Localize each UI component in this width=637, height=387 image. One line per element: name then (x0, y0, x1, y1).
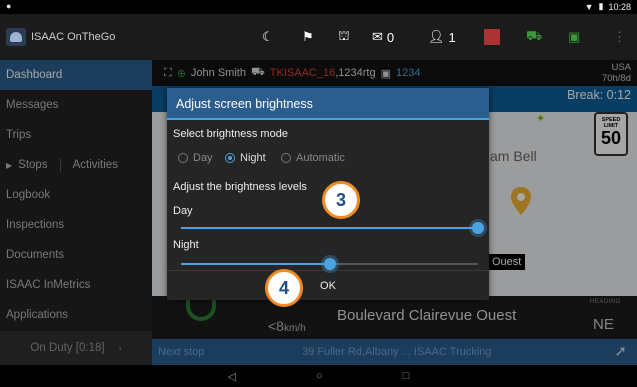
ok-button[interactable]: OK (167, 271, 489, 300)
levels-label: Adjust the brightness levels (173, 181, 307, 193)
isaac-logo-icon (6, 28, 26, 46)
messages-button[interactable]: ✉ 0 (372, 26, 394, 48)
night-level-label: Night (173, 239, 199, 251)
android-status-bar: ● ▼ ▮ 10:28 (0, 0, 637, 14)
mode-label: Select brightness mode (173, 128, 288, 140)
truck-icon[interactable]: ▣ (568, 26, 580, 48)
brand: ISAAC OnTheGo (6, 28, 115, 46)
envelope-icon: ✉ (372, 29, 383, 44)
wifi-icon: ▼ (584, 1, 594, 12)
red-status-icon[interactable] (484, 29, 500, 45)
recents-icon[interactable]: □ (403, 370, 410, 382)
trailer-icon[interactable]: ⛟ (526, 26, 542, 48)
slider-fill (181, 227, 478, 229)
radio-dot (178, 153, 188, 163)
radio-dot (225, 153, 235, 163)
radio-dot (281, 153, 291, 163)
users-count: 1 (448, 29, 456, 45)
night-slider-thumb[interactable] (324, 258, 336, 270)
night-mode-moon-icon[interactable]: ☾ (262, 26, 274, 48)
overflow-menu-icon[interactable]: ⋮ (613, 26, 626, 48)
battery-icon: ▮ (598, 1, 604, 11)
brand-name: ISAAC OnTheGo (31, 31, 116, 43)
step-callout-3: 3 (322, 181, 360, 219)
day-slider-thumb[interactable] (472, 222, 484, 234)
home-icon[interactable]: ○ (316, 370, 323, 382)
day-level-label: Day (173, 205, 193, 217)
user-icon: 👤︎ (428, 29, 445, 44)
users-button[interactable]: 👤︎ 1 (428, 26, 456, 48)
alert-flag-icon[interactable]: ⚑ (302, 26, 314, 48)
back-icon[interactable]: ◁ (228, 370, 236, 383)
slider-fill (181, 263, 330, 265)
day-brightness-slider[interactable] (181, 227, 478, 229)
android-nav-bar: ◁ ○ □ (0, 365, 637, 387)
radio-automatic[interactable]: Automatic (281, 152, 345, 164)
notification-icon: ● (6, 1, 12, 11)
poi-icon[interactable]: ⛫ (338, 26, 350, 48)
dialog-title: Adjust screen brightness (167, 88, 489, 120)
radio-day[interactable]: Day (178, 152, 213, 164)
app-bar: ISAAC OnTheGo ☾ ⚑ ⛫ ✉ 0 👤︎ 1 ⛟ ▣ ⋮ (0, 14, 637, 60)
step-callout-4: 4 (265, 269, 303, 307)
radio-night[interactable]: Night (225, 152, 266, 164)
status-time: 10:28 (608, 1, 631, 12)
messages-count: 0 (386, 29, 395, 45)
